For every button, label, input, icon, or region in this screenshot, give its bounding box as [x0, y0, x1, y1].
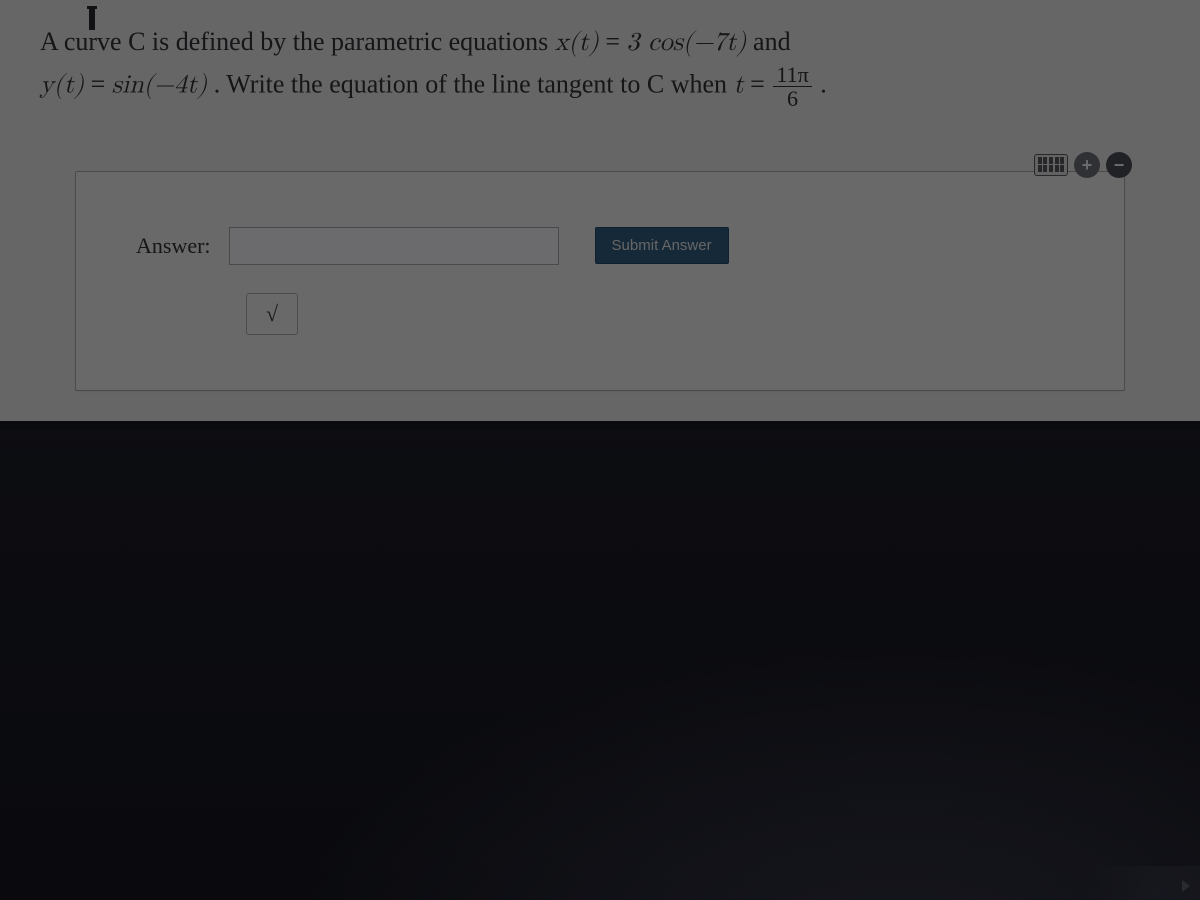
fraction: 11π 6 — [773, 63, 811, 110]
period: . — [820, 70, 827, 99]
equals-sign: = — [91, 70, 112, 99]
question-panel: A curve C is defined by the parametric e… — [0, 0, 1200, 421]
answer-row: Answer: Submit Answer — [136, 227, 1084, 265]
equals-sign: = — [750, 70, 771, 99]
math-x-rhs: 3 cos(−7t) — [627, 30, 747, 56]
fraction-numerator: 11π — [773, 63, 811, 86]
plus-icon: + — [1082, 156, 1093, 174]
answer-card: + − Answer: Submit Answer √ — [75, 171, 1125, 391]
question-fragment: . Write the equation of the line tangent… — [214, 70, 734, 99]
math-x-lhs: x(t) — [555, 30, 599, 56]
question-fragment: A curve C is defined by the parametric e… — [40, 27, 555, 56]
keyboard-icon[interactable] — [1034, 154, 1068, 176]
math-y-lhs: y(t) — [40, 73, 84, 99]
sqrt-button[interactable]: √ — [246, 293, 298, 335]
question-text: A curve C is defined by the parametric e… — [40, 22, 1040, 111]
toolbar: + − — [1034, 152, 1132, 178]
equals-sign: = — [605, 27, 626, 56]
answer-label: Answer: — [136, 233, 211, 259]
scroll-arrow-icon[interactable] — [1182, 880, 1190, 892]
zoom-out-button[interactable]: − — [1106, 152, 1132, 178]
desktop-background — [0, 430, 1200, 900]
answer-input[interactable] — [229, 227, 559, 265]
submit-answer-button[interactable]: Submit Answer — [595, 227, 729, 264]
math-y-rhs: sin(−4t) — [112, 73, 208, 99]
fraction-denominator: 6 — [773, 86, 811, 110]
question-fragment: and — [753, 27, 791, 56]
math-t: t — [734, 73, 744, 99]
sqrt-icon: √ — [266, 301, 278, 327]
zoom-in-button[interactable]: + — [1074, 152, 1100, 178]
minus-icon: − — [1114, 156, 1125, 174]
